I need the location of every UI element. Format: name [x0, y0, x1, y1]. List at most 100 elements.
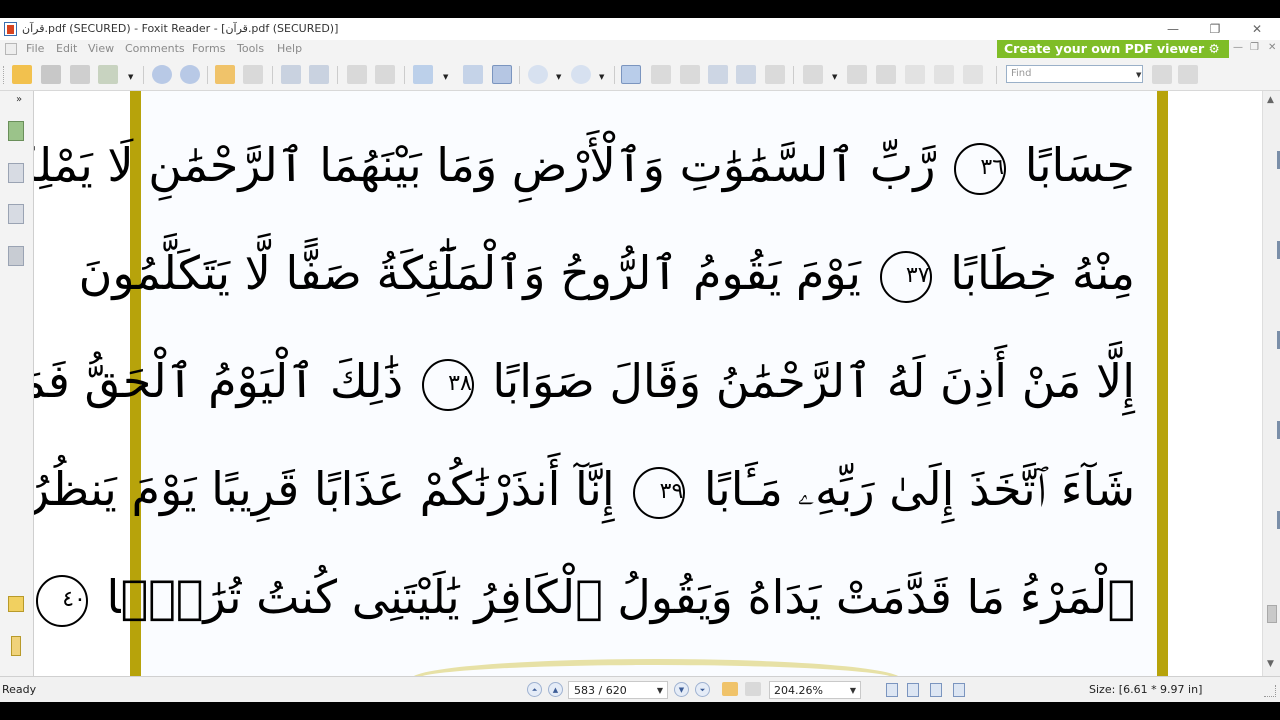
zoom-in-icon[interactable]: [413, 65, 433, 84]
next-page-icon[interactable]: [180, 65, 200, 84]
restore-button[interactable]: ❐: [1195, 18, 1235, 40]
zoom-in-circle-icon[interactable]: [571, 65, 591, 84]
single-page-view-icon[interactable]: [886, 683, 898, 697]
select-text-icon[interactable]: [651, 65, 671, 84]
minimize-button[interactable]: —: [1153, 18, 1193, 40]
email-icon[interactable]: [98, 65, 118, 84]
layers-panel-icon[interactable]: [8, 204, 24, 224]
attachments-panel-icon[interactable]: [8, 246, 24, 266]
import-icon[interactable]: [309, 65, 329, 84]
forward-arrow-icon[interactable]: [243, 65, 263, 84]
text-segment: مِنْهُ خِطَابًا: [950, 246, 1135, 300]
scroll-down-arrow-icon[interactable]: ▼: [1267, 659, 1274, 669]
go-forward-icon[interactable]: [745, 682, 761, 696]
status-bar: Ready ⏶ ▲ 583 / 620 ▼ ▼ ⏷ 204.26% ▼ Size…: [0, 676, 1280, 702]
toolbar-separator: [614, 66, 615, 84]
stamp-icon[interactable]: [905, 65, 925, 84]
note-dropdown-icon[interactable]: ▼: [832, 73, 837, 81]
select-annotation-icon[interactable]: [680, 65, 700, 84]
toolbar-separator: [337, 66, 338, 84]
hand-tool-icon[interactable]: [621, 65, 641, 84]
redo-icon[interactable]: [375, 65, 395, 84]
doc-restore-button[interactable]: ❐: [1250, 42, 1259, 53]
page-dropdown-icon[interactable]: ▼: [657, 686, 663, 695]
text-segment: يَوْمَ يَقُومُ ٱلرُّوحُ وَٱلْمَلَٰٓئِكَة…: [78, 246, 861, 300]
expand-panel-icon[interactable]: »: [16, 94, 22, 105]
snapshot-binoculars-icon[interactable]: [708, 65, 728, 84]
camera-icon[interactable]: [765, 65, 785, 84]
typewriter-icon[interactable]: [736, 65, 756, 84]
find-dropdown-icon[interactable]: ▼: [1136, 71, 1141, 79]
close-button[interactable]: ✕: [1237, 18, 1277, 40]
doc-minimize-button[interactable]: —: [1233, 42, 1243, 53]
print-icon[interactable]: [70, 65, 90, 84]
title-bar: قرآن.pdf (SECURED) - Foxit Reader - [قرآ…: [0, 18, 1280, 40]
quran-line-5: ٱلْمَرْءُ مَا قَدَّمَتْ يَدَاهُ وَيَقُول…: [35, 567, 1135, 627]
zoom-dropdown-icon[interactable]: ▼: [443, 73, 448, 81]
find-previous-icon[interactable]: [1152, 65, 1172, 84]
next-page-button[interactable]: ▼: [674, 682, 689, 697]
doc-menu-icon[interactable]: [5, 43, 17, 55]
text-segment: إِلَّا مَنْ أَذِنَ لَهُ ٱلرَّحْمَٰنُ وَق…: [492, 354, 1135, 408]
previous-page-button[interactable]: ▲: [548, 682, 563, 697]
comment-icon[interactable]: [934, 65, 954, 84]
export-icon[interactable]: [281, 65, 301, 84]
toolbar-separator: [272, 66, 273, 84]
screen-letterbox: [0, 702, 1280, 720]
find-input[interactable]: Find: [1006, 65, 1143, 83]
note-tool-icon[interactable]: [803, 65, 823, 84]
zoom-value: 204.26%: [774, 684, 823, 697]
zoom-level-field[interactable]: 204.26% ▼: [769, 681, 861, 699]
facing-view-icon[interactable]: [930, 683, 942, 697]
text-segment: ٱلْمَرْءُ مَا قَدَّمَتْ يَدَاهُ وَيَقُول…: [106, 570, 1136, 624]
paperclip-icon[interactable]: [11, 636, 21, 656]
vertical-scrollbar[interactable]: ▲ ▼: [1262, 91, 1280, 676]
link-tool-icon[interactable]: [963, 65, 983, 84]
fit-page-icon[interactable]: [492, 65, 512, 84]
scroll-up-arrow-icon[interactable]: ▲: [1267, 95, 1274, 105]
zoom-out-dropdown-icon[interactable]: ▼: [556, 73, 561, 81]
doc-close-button[interactable]: ✕: [1268, 42, 1276, 53]
pencil-icon[interactable]: [847, 65, 867, 84]
pages-panel-icon[interactable]: [8, 121, 24, 141]
create-pdf-viewer-banner[interactable]: Create your own PDF viewer ⚙: [997, 40, 1229, 58]
undo-icon[interactable]: [347, 65, 367, 84]
continuous-view-icon[interactable]: [907, 683, 919, 697]
zoom-in-dropdown-icon[interactable]: ▼: [599, 73, 604, 81]
last-page-button[interactable]: ⏷: [695, 682, 710, 697]
menu-comments[interactable]: Comments: [125, 42, 185, 55]
document-viewport[interactable]: حِسَابًا ٣٦ رَّبِّ ٱلسَّمَٰوَٰتِ وَٱلْأَ…: [34, 91, 1262, 676]
go-back-icon[interactable]: [722, 682, 738, 696]
window-title: قرآن.pdf (SECURED) - Foxit Reader - [قرآ…: [22, 22, 339, 35]
save-icon[interactable]: [41, 65, 61, 84]
quran-line-2: مِنْهُ خِطَابًا ٣٧ يَوْمَ يَقُومُ ٱلرُّو…: [79, 243, 1135, 303]
page-size-text: Size: [6.61 * 9.97 in]: [1089, 683, 1203, 696]
menu-help[interactable]: Help: [277, 42, 302, 55]
find-next-icon[interactable]: [1178, 65, 1198, 84]
continuous-facing-view-icon[interactable]: [953, 683, 965, 697]
ayah-marker: ٤٠: [35, 575, 88, 627]
ayah-marker: ٣٦: [954, 143, 1007, 195]
previous-page-icon[interactable]: [152, 65, 172, 84]
actual-size-icon[interactable]: [463, 65, 483, 84]
resize-grip[interactable]: [1264, 685, 1276, 697]
toolbar-separator: [519, 66, 520, 84]
email-dropdown-icon[interactable]: ▼: [128, 73, 133, 81]
menu-edit[interactable]: Edit: [56, 42, 77, 55]
zoom-out-circle-icon[interactable]: [528, 65, 548, 84]
foxit-app-icon[interactable]: [4, 22, 17, 36]
bookmarks-panel-icon[interactable]: [8, 163, 24, 183]
page-number-field[interactable]: 583 / 620 ▼: [568, 681, 668, 699]
zoom-level-dropdown-icon[interactable]: ▼: [850, 686, 856, 695]
menu-view[interactable]: View: [88, 42, 114, 55]
back-arrow-icon[interactable]: [215, 65, 235, 84]
first-page-button[interactable]: ⏶: [527, 682, 542, 697]
edit-icon[interactable]: [876, 65, 896, 84]
menu-forms[interactable]: Forms: [192, 42, 225, 55]
menu-tools[interactable]: Tools: [237, 42, 264, 55]
comments-panel-icon[interactable]: [8, 596, 24, 612]
open-folder-icon[interactable]: [12, 65, 32, 84]
scroll-thumb[interactable]: [1267, 605, 1277, 623]
menu-bar: File Edit View Comments Forms Tools Help…: [0, 40, 1280, 58]
menu-file[interactable]: File: [26, 42, 44, 55]
